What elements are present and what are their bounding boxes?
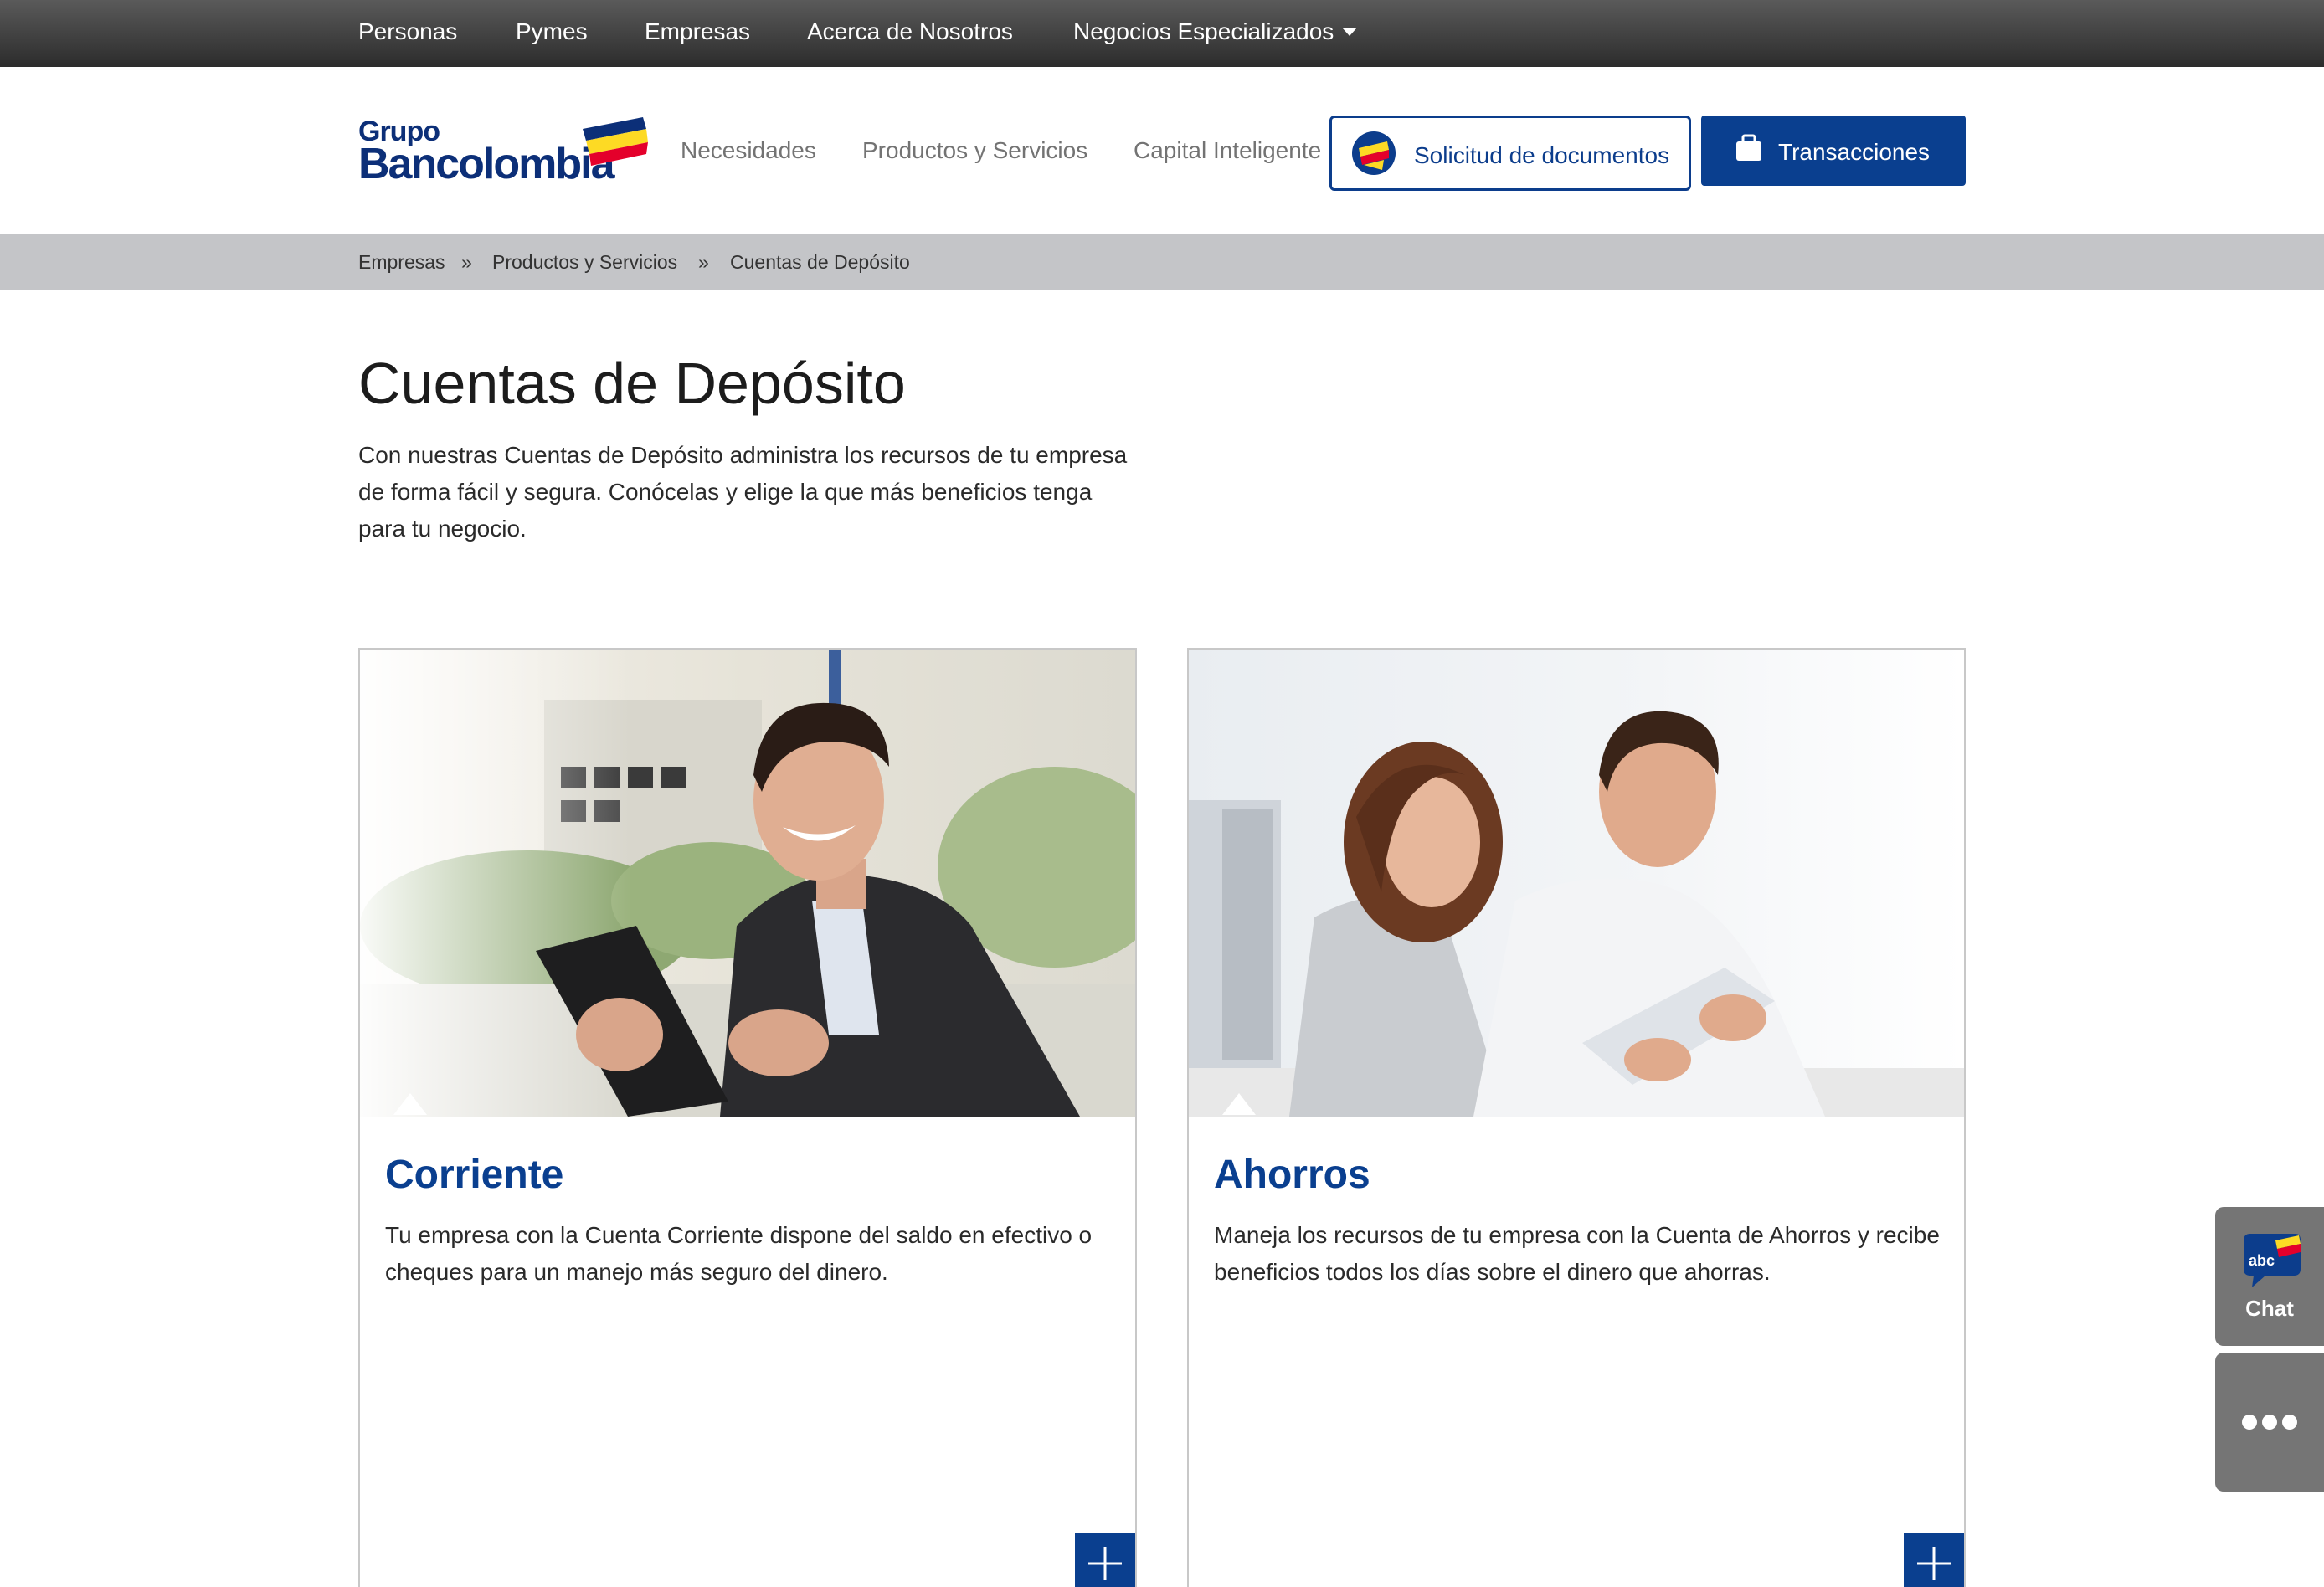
more-options-button[interactable] [2215, 1353, 2324, 1492]
document-request-icon [1352, 131, 1396, 175]
header-nav-capital[interactable]: Capital Inteligente [1134, 137, 1321, 164]
chat-label: Chat [2245, 1296, 2294, 1321]
breadcrumb-current: Cuentas de Depósito [730, 251, 910, 273]
card-ahorros-photo [1189, 650, 1964, 1117]
top-nav-negocios-especializados[interactable]: Negocios Especializados [1073, 18, 1358, 45]
breadcrumb: Empresas » Productos y Servicios » Cuent… [0, 234, 2324, 290]
bancolombia-logo[interactable]: Grupo Bancolombia [358, 116, 648, 191]
card-ahorros-expand-button[interactable] [1904, 1533, 1964, 1587]
card-ahorros-description: Maneja los recursos de tu empresa con la… [1214, 1222, 1940, 1285]
chat-icon: abc [2244, 1234, 2301, 1287]
briefcase-icon [1736, 134, 1761, 161]
card-corriente-title[interactable]: Corriente [385, 1152, 563, 1198]
plus-icon [1917, 1547, 1951, 1580]
top-nav-empresas[interactable]: Empresas [645, 18, 750, 45]
page-intro: Con nuestras Cuentas de Depósito adminis… [358, 442, 1128, 542]
breadcrumb-separator: » [461, 251, 472, 273]
transacciones-button[interactable]: Transacciones [1701, 116, 1966, 186]
chat-widget-button[interactable]: abc Chat [2215, 1207, 2324, 1346]
top-nav-acerca[interactable]: Acerca de Nosotros [807, 18, 1013, 45]
breadcrumb-separator: » [698, 251, 709, 273]
logo-bancolombia-text: Bancolombia [358, 140, 614, 188]
header-nav-productos[interactable]: Productos y Servicios [862, 137, 1087, 164]
logo-flag-icon [583, 117, 648, 166]
card-ahorros-title[interactable]: Ahorros [1214, 1152, 1370, 1198]
card-corriente-expand-button[interactable] [1075, 1533, 1135, 1587]
breadcrumb-empresas[interactable]: Empresas [358, 251, 445, 274]
plus-icon [1088, 1547, 1122, 1580]
chat-badge-text: abc [2249, 1252, 2275, 1269]
top-navigation-bar: Personas Pymes Empresas Acerca de Nosotr… [0, 0, 2324, 67]
solicitud-documentos-button[interactable]: Solicitud de documentos [1329, 116, 1691, 191]
caret-down-icon [1342, 28, 1358, 36]
page-title: Cuentas de Depósito [358, 351, 906, 416]
card-corriente-photo [360, 650, 1135, 1117]
top-nav-pymes[interactable]: Pymes [516, 18, 588, 45]
card-corriente-description: Tu empresa con la Cuenta Corriente dispo… [385, 1222, 1093, 1285]
breadcrumb-productos[interactable]: Productos y Servicios [492, 251, 677, 274]
card-ahorros[interactable]: Ahorros Maneja los recursos de tu empres… [1187, 648, 1966, 1587]
top-nav-negocios-label: Negocios Especializados [1073, 18, 1334, 44]
main-header: Grupo Bancolombia Necesidades Productos … [0, 67, 2324, 234]
header-nav-necesidades[interactable]: Necesidades [681, 137, 816, 164]
top-nav-personas[interactable]: Personas [358, 18, 457, 45]
card-corriente[interactable]: Corriente Tu empresa con la Cuenta Corri… [358, 648, 1137, 1587]
transacciones-label: Transacciones [1778, 139, 1931, 165]
solicitud-documentos-label: Solicitud de documentos [1414, 142, 1670, 168]
card-corriente-notch [393, 1093, 427, 1115]
card-ahorros-notch [1222, 1093, 1256, 1115]
